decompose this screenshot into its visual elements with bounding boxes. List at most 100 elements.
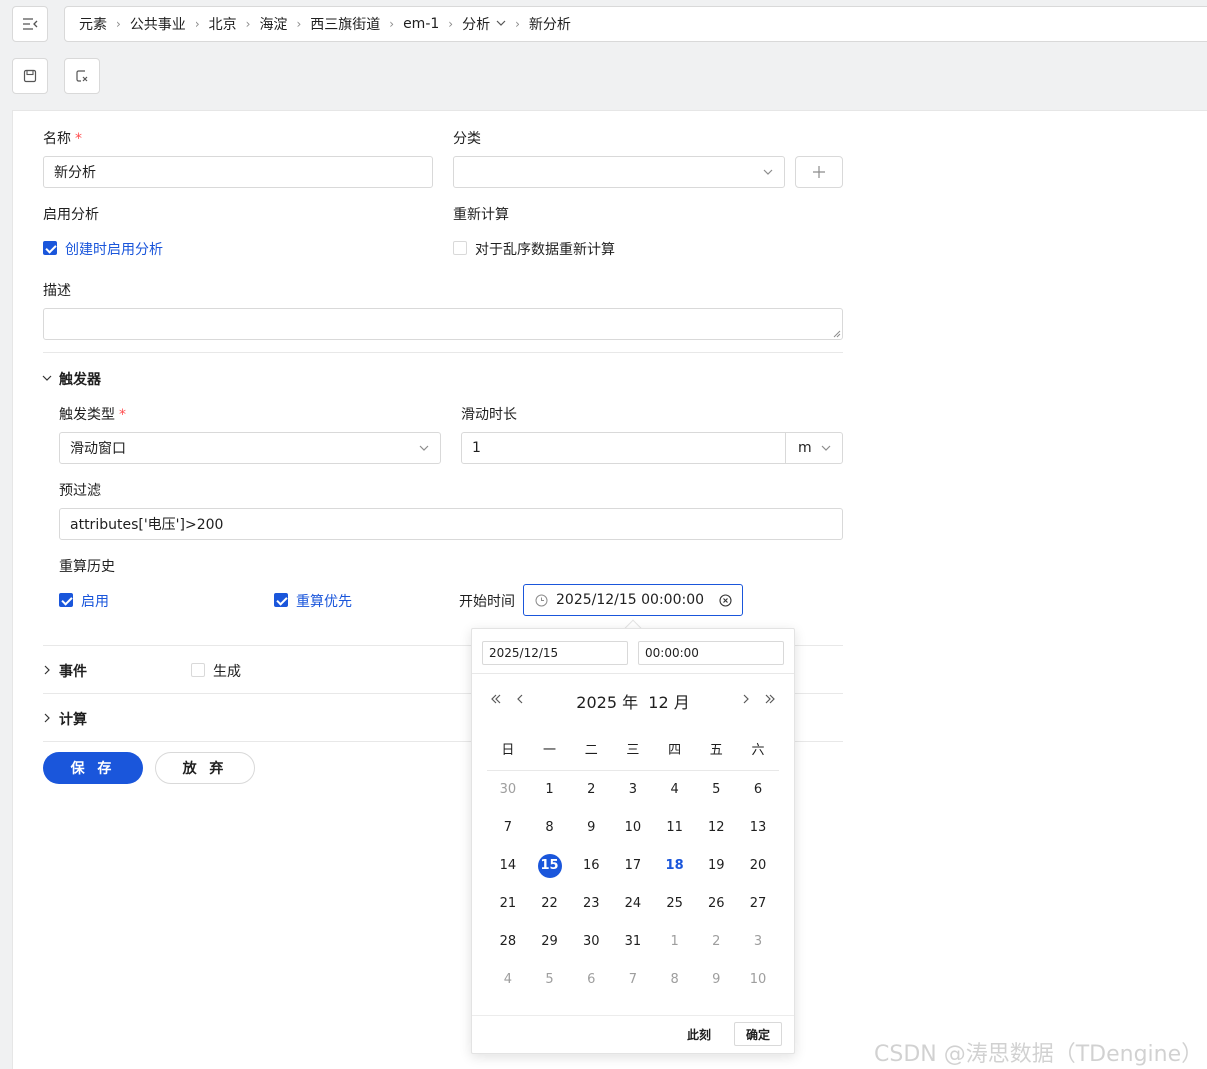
clear-circle-icon[interactable] [719,594,732,607]
breadcrumb: 元素 › 公共事业 › 北京 › 海淀 › 西三旗街道 › em-1 › 分析 › 新分析 [64,6,1207,42]
day-cell[interactable]: 29 [529,930,571,954]
recalc-out-of-order-checkbox[interactable] [453,241,467,255]
events-generate-checkbox[interactable] [191,663,205,677]
day-cell[interactable]: 9 [695,968,737,992]
history-enable-checkbox[interactable] [59,593,73,607]
day-cell[interactable]: 12 [695,816,737,840]
duration-unit-select[interactable]: m [785,432,843,464]
day-cell[interactable]: 13 [737,816,779,840]
discard-button[interactable]: 放 弃 [155,752,255,784]
day-cell[interactable]: 27 [737,892,779,916]
picker-time-input[interactable]: 00:00:00 [638,641,784,665]
day-cell[interactable]: 17 [612,854,654,878]
day-number: 26 [708,896,725,911]
day-cell[interactable]: 4 [487,968,529,992]
day-cell[interactable]: 30 [570,930,612,954]
day-cell[interactable]: 10 [737,968,779,992]
enable-on-create-label[interactable]: 创建时启用分析 [65,239,163,259]
prefilter-input[interactable]: attributes['电压']>200 [59,508,843,540]
description-textarea[interactable] [43,308,843,340]
day-number: 30 [582,934,600,949]
picker-date-input[interactable]: 2025/12/15 [482,641,628,665]
day-cell[interactable]: 2 [570,778,612,802]
day-cell[interactable]: 5 [529,968,571,992]
day-cell[interactable]: 3 [612,778,654,802]
day-cell[interactable]: 14 [487,854,529,878]
category-select[interactable] [453,156,785,188]
day-cell[interactable]: 24 [612,892,654,916]
day-cell[interactable]: 7 [612,968,654,992]
recalc-priority-checkbox[interactable] [274,593,288,607]
day-cell[interactable]: 31 [612,930,654,954]
breadcrumb-item[interactable]: 海淀 [259,14,287,34]
day-cell[interactable]: 23 [570,892,612,916]
day-cell[interactable]: 25 [654,892,696,916]
chevron-right-icon[interactable] [42,665,52,675]
day-cell[interactable]: 9 [570,816,612,840]
chevron-right-icon[interactable] [42,713,52,723]
day-cell[interactable]: 10 [612,816,654,840]
day-number: 1 [545,782,554,797]
prefilter-label: 预过滤 [59,483,101,499]
breadcrumb-item[interactable]: 西三旗街道 [310,14,380,34]
chevron-down-icon[interactable] [496,16,506,32]
recalc-out-of-order-label[interactable]: 对于乱序数据重新计算 [475,239,615,259]
day-number: 28 [499,934,517,949]
day-number: 2 [587,782,596,797]
next-year-icon[interactable] [764,693,776,705]
day-cell[interactable]: 4 [654,778,696,802]
events-generate-label[interactable]: 生成 [213,661,241,681]
add-category-button[interactable] [795,156,843,188]
day-cell[interactable]: 21 [487,892,529,916]
day-cell[interactable]: 1 [654,930,696,954]
history-enable-label[interactable]: 启用 [81,591,109,611]
breadcrumb-item[interactable]: 公共事业 [130,14,186,34]
now-button[interactable]: 此刻 [687,1026,711,1043]
confirm-button[interactable]: 确定 [734,1022,782,1046]
breadcrumb-item[interactable]: 北京 [209,14,237,34]
day-cell[interactable]: 28 [487,930,529,954]
save-button[interactable]: 保 存 [43,752,143,784]
day-cell[interactable]: 7 [487,816,529,840]
next-month-icon[interactable] [740,693,752,705]
enable-on-create-checkbox[interactable] [43,241,57,255]
picker-month[interactable]: 12 月 [648,693,689,712]
day-cell[interactable]: 15 [529,854,571,878]
day-cell[interactable]: 11 [654,816,696,840]
day-cell[interactable]: 6 [570,968,612,992]
day-cell[interactable]: 3 [737,930,779,954]
save-icon-button[interactable] [12,58,48,94]
day-cell[interactable]: 2 [695,930,737,954]
calc-section-header[interactable]: 计算 [59,709,87,729]
trigger-type-select[interactable]: 滑动窗口 [59,432,441,464]
day-cell[interactable]: 19 [695,854,737,878]
day-cell[interactable]: 6 [737,778,779,802]
day-cell[interactable]: 18 [654,854,696,878]
day-cell[interactable]: 1 [529,778,571,802]
sidebar-toggle-button[interactable] [12,6,48,42]
picker-year[interactable]: 2025 年 [576,693,638,712]
day-cell[interactable]: 16 [570,854,612,878]
day-cell[interactable]: 8 [529,816,571,840]
chevron-down-icon[interactable] [42,373,52,383]
day-cell[interactable]: 8 [654,968,696,992]
discard-icon-button[interactable] [64,58,100,94]
start-time-input[interactable]: 2025/12/15 00:00:00 [523,584,743,616]
breadcrumb-item[interactable]: 分析 [462,14,490,34]
slide-duration-input[interactable]: 1 [461,432,787,464]
resize-handle-icon[interactable] [833,330,841,338]
breadcrumb-item[interactable]: em-1 [403,16,439,32]
trigger-section-header[interactable]: 触发器 [59,369,101,389]
day-cell[interactable]: 20 [737,854,779,878]
day-cell[interactable]: 30 [487,778,529,802]
divider [43,352,843,353]
name-input[interactable]: 新分析 [43,156,433,188]
day-number: 13 [749,820,767,835]
day-cell[interactable]: 26 [695,892,737,916]
day-cell[interactable]: 22 [529,892,571,916]
day-cell[interactable]: 5 [695,778,737,802]
breadcrumb-item[interactable]: 元素 [79,14,107,34]
day-number: 18 [665,858,684,873]
events-section-header[interactable]: 事件 [59,661,87,681]
recalc-priority-label[interactable]: 重算优先 [296,591,352,611]
